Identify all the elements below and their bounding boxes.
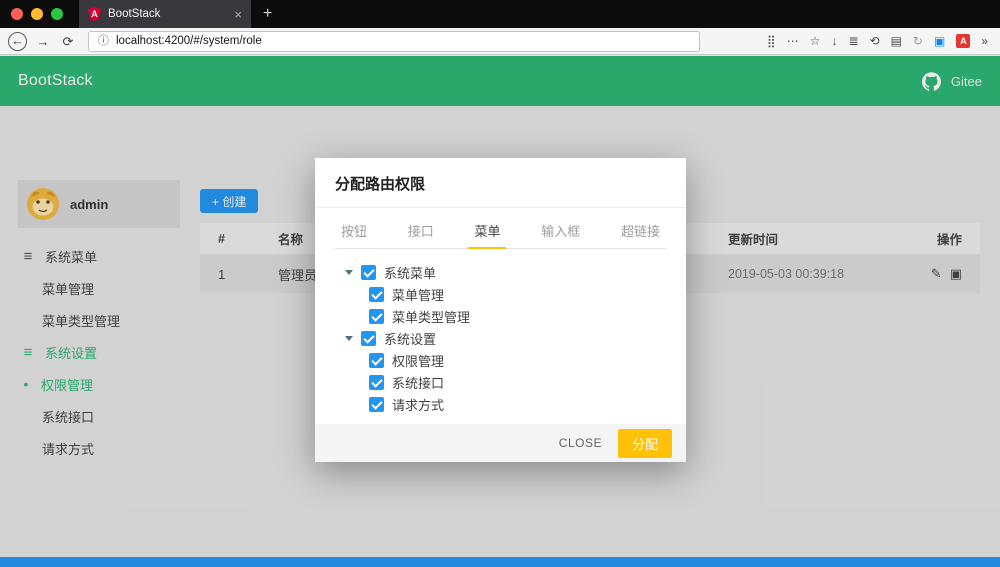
close-button[interactable]: CLOSE xyxy=(559,436,602,450)
close-window-button[interactable] xyxy=(11,8,23,20)
pdf-extension-icon[interactable]: A xyxy=(956,34,971,48)
sidebar-toggle-icon[interactable]: ▤ xyxy=(891,35,902,47)
collapse-caret-icon[interactable] xyxy=(345,335,353,341)
checkbox-checked[interactable] xyxy=(369,374,384,390)
tree-node-child: 权限管理 xyxy=(369,349,656,371)
tree-node-parent: 系统菜单 xyxy=(345,261,656,283)
grid-icon[interactable]: ⣿ xyxy=(767,35,776,47)
tab-title: BootStack xyxy=(108,8,161,20)
tree-node-label: 权限管理 xyxy=(392,353,445,369)
checkbox-checked[interactable] xyxy=(361,264,376,280)
history-icon[interactable]: ↻ xyxy=(913,35,923,47)
screenshot-extension-icon[interactable]: ▣ xyxy=(934,35,945,47)
checkbox-checked[interactable] xyxy=(369,286,384,302)
checkbox-checked[interactable] xyxy=(369,396,384,412)
tree-node-label: 系统接口 xyxy=(392,375,445,391)
minimize-window-button[interactable] xyxy=(31,8,43,20)
url-text: localhost:4200/#/system/role xyxy=(116,35,262,47)
angular-favicon-icon: A xyxy=(88,7,101,21)
toolbar-icons: ⣿ ⋯ ☆ ↓ ≣ ⟲ ▤ ↻ ▣ A » xyxy=(767,34,992,48)
tree-node-child: 系统接口 xyxy=(369,371,656,393)
site-info-icon[interactable]: ⓘ xyxy=(98,35,109,47)
downloads-icon[interactable]: ↓ xyxy=(831,35,837,47)
browser-tab[interactable]: A BootStack × xyxy=(79,0,251,28)
bookmark-star-icon[interactable]: ☆ xyxy=(810,35,821,47)
reload-button[interactable]: ⟳ xyxy=(59,35,77,48)
modal-title: 分配路由权限 xyxy=(315,158,686,208)
page: BootStack Gitee admin ≡ 系统菜单 菜单管理 菜单类型管理… xyxy=(0,56,1000,567)
assign-button[interactable]: 分配 xyxy=(617,428,672,458)
back-button[interactable]: ← xyxy=(8,31,27,51)
checkbox-checked[interactable] xyxy=(361,330,376,346)
forward-button[interactable]: → xyxy=(34,35,52,48)
browser-nav-bar: ← → ⟳ ⓘ localhost:4200/#/system/role ⣿ ⋯… xyxy=(0,28,1000,55)
tree-node-child: 菜单类型管理 xyxy=(369,305,656,327)
tab-api[interactable]: 接口 xyxy=(402,212,440,249)
window-controls xyxy=(0,8,73,20)
browser-tab-bar: A BootStack × + xyxy=(0,0,1000,28)
tab-close-icon[interactable]: × xyxy=(234,8,242,21)
url-bar[interactable]: ⓘ localhost:4200/#/system/role xyxy=(88,30,700,52)
collapse-caret-icon[interactable] xyxy=(345,269,353,275)
checkbox-checked[interactable] xyxy=(369,352,384,368)
tab-menu[interactable]: 菜单 xyxy=(468,212,507,249)
maximize-window-button[interactable] xyxy=(51,8,63,20)
tree-node-label: 系统菜单 xyxy=(384,265,437,281)
new-tab-button[interactable]: + xyxy=(263,6,272,22)
tree-node-label: 系统设置 xyxy=(384,331,437,347)
tree-node-label: 菜单管理 xyxy=(392,287,445,303)
modal-tabs: 按钮 接口 菜单 输入框 超链接 xyxy=(335,212,666,249)
assign-permissions-modal: 分配路由权限 按钮 接口 菜单 输入框 超链接 系统菜单 菜单管理 菜单类型管理 xyxy=(315,158,686,462)
tree-node-child: 菜单管理 xyxy=(369,283,656,305)
tab-hyperlink[interactable]: 超链接 xyxy=(615,212,666,249)
overflow-menu-icon[interactable]: ⋯ xyxy=(787,35,799,47)
tree-node-label: 菜单类型管理 xyxy=(392,309,471,325)
modal-footer: CLOSE 分配 xyxy=(315,424,686,462)
tree-node-label: 请求方式 xyxy=(392,397,445,413)
tree-node-child: 请求方式 xyxy=(369,393,656,415)
permission-tree: 系统菜单 菜单管理 菜单类型管理 系统设置 权限管理 系统接口 请求方式 xyxy=(315,249,686,415)
sync-icon[interactable]: ⟲ xyxy=(870,35,880,47)
library-icon[interactable]: ≣ xyxy=(848,35,858,47)
checkbox-checked[interactable] xyxy=(369,308,384,324)
tree-node-parent: 系统设置 xyxy=(345,327,656,349)
tab-input[interactable]: 输入框 xyxy=(535,212,586,249)
tab-button[interactable]: 按钮 xyxy=(335,212,373,249)
more-tools-icon[interactable]: » xyxy=(981,35,988,47)
